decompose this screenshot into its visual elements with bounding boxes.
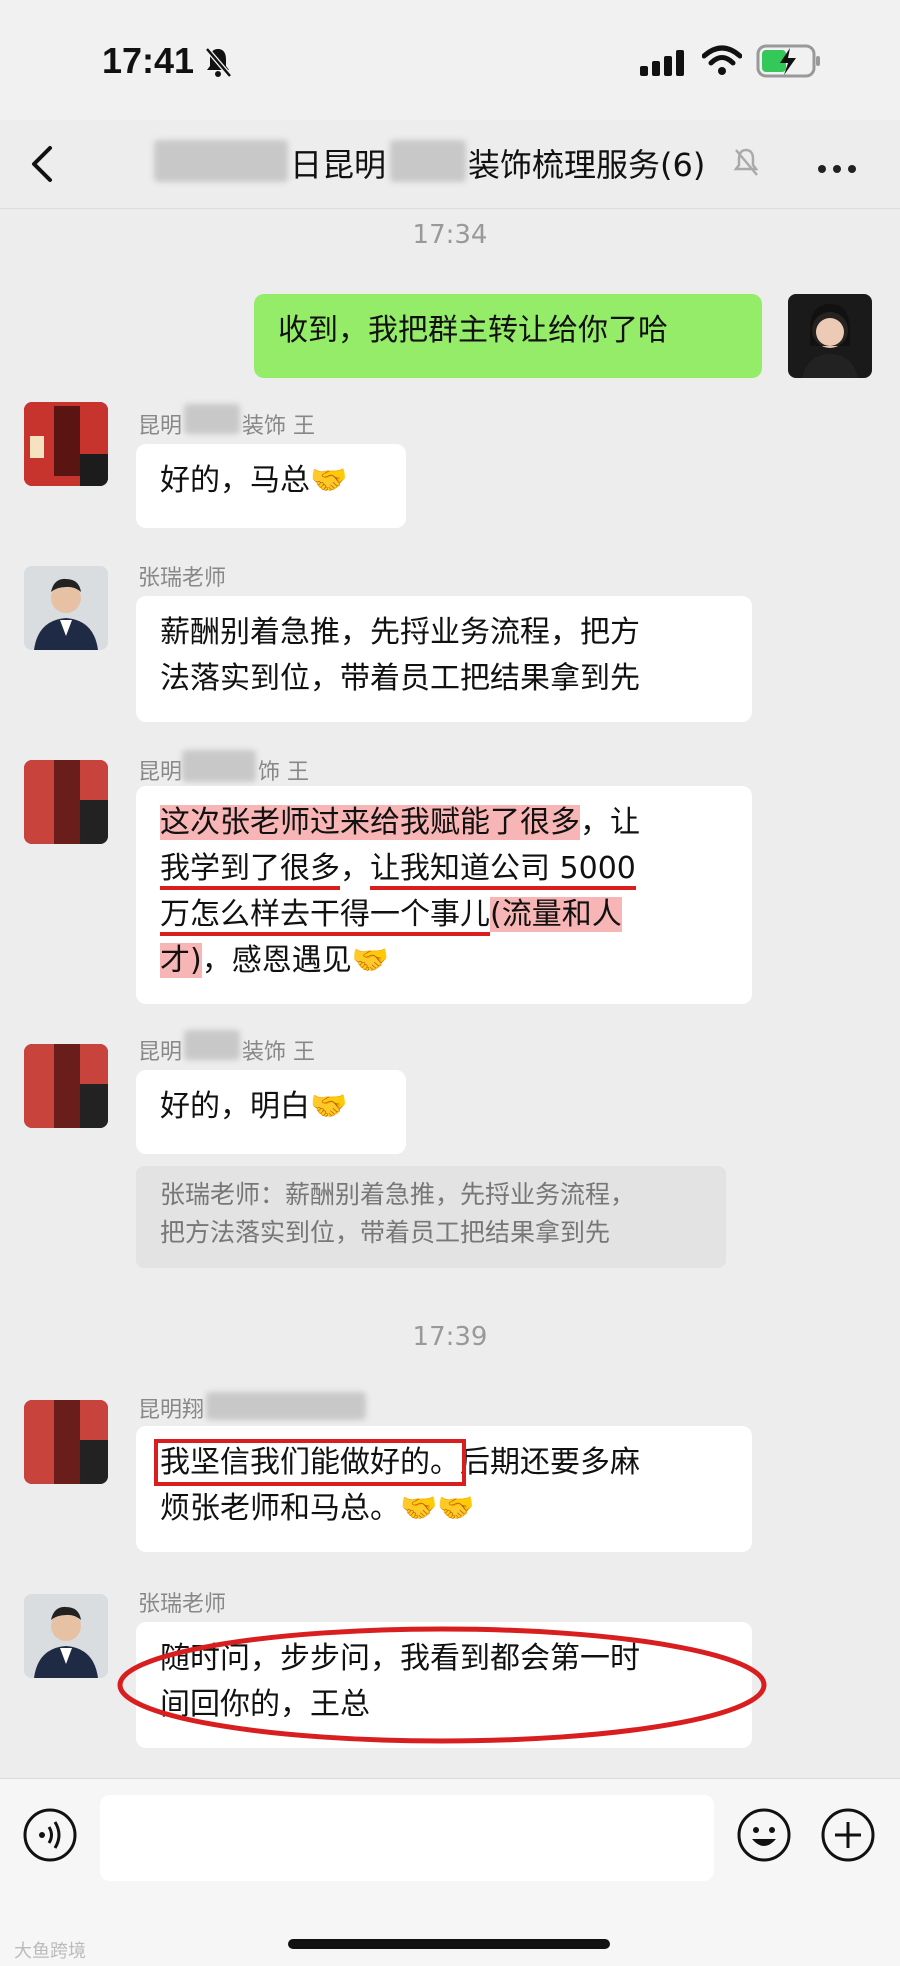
status-bar: 17:41 <box>0 0 900 120</box>
blurred-region <box>182 750 256 782</box>
sender-avatar[interactable] <box>24 402 108 486</box>
message-text: ， <box>340 851 370 886</box>
input-bar: 大鱼跨境 <box>0 1778 900 1966</box>
blurred-region <box>184 1030 240 1060</box>
plus-icon[interactable] <box>820 1807 876 1863</box>
blurred-region <box>390 140 466 182</box>
message-bubble-annotated[interactable]: 我坚信我们能做好的。后期还要多麻 烦张老师和马总。🤝🤝 <box>136 1426 752 1552</box>
sender-name-tail: 装饰 王 <box>242 414 315 439</box>
chat-header: 日昆明 装饰梳理服务(6) <box>0 120 900 209</box>
sender-avatar[interactable] <box>24 1400 108 1484</box>
highlighted-text: 才) <box>160 943 202 978</box>
my-avatar[interactable] <box>788 294 872 378</box>
more-icon[interactable] <box>818 158 863 177</box>
blurred-region <box>206 1392 366 1420</box>
voice-icon[interactable] <box>22 1807 78 1863</box>
message-bubble[interactable]: 好的，马总🤝 <box>136 444 406 528</box>
sender-name: 昆明 <box>138 414 183 439</box>
sender-name: 昆明 <box>138 1040 183 1065</box>
message-text: 烦张老师和马总。🤝🤝 <box>160 1491 475 1526</box>
sender-name-tail: 饰 王 <box>258 760 309 785</box>
timestamp: 17:34 <box>412 220 488 250</box>
message-line: 法落实到位，带着员工把结果拿到先 <box>160 661 640 696</box>
message-bubble-annotated[interactable]: 这次张老师过来给我赋能了很多，让 我学到了很多，让我知道公司 5000 万怎么样… <box>136 786 752 1004</box>
message-text: ，让 <box>580 805 640 840</box>
quote-line: 张瑞老师：薪酬别着急推，先捋业务流程， <box>160 1180 636 1209</box>
status-time: 17:41 <box>102 40 195 81</box>
message-bubble[interactable]: 薪酬别着急推，先捋业务流程，把方 法落实到位，带着员工把结果拿到先 <box>136 596 752 722</box>
sender-avatar[interactable] <box>24 760 108 844</box>
watermark: 大鱼跨境 <box>14 1941 86 1962</box>
message-text: ，感恩遇见🤝 <box>201 943 390 978</box>
bell-muted-icon <box>205 47 232 78</box>
message-input[interactable] <box>100 1795 714 1881</box>
sender-name: 张瑞老师 <box>138 1592 227 1617</box>
highlighted-text: (流量和人 <box>490 897 622 932</box>
underlined-text: 让我知道公司 5000 <box>370 851 636 890</box>
underlined-text: 我学到了很多 <box>160 851 340 890</box>
quoted-message[interactable]: 张瑞老师：薪酬别着急推，先捋业务流程， 把方法落实到位，带着员工把结果拿到先 <box>136 1166 726 1268</box>
blurred-region <box>184 404 240 434</box>
boxed-text: 我坚信我们能做好的。 <box>154 1439 466 1486</box>
chat-title-part-2: 装饰梳理服务(6) <box>468 146 706 184</box>
sender-avatar[interactable] <box>24 566 108 650</box>
sender-name: 张瑞老师 <box>138 566 227 591</box>
underlined-text: 万怎么样去干得一个事儿 <box>160 897 490 936</box>
mute-icon <box>733 148 759 176</box>
home-indicator <box>288 1939 610 1949</box>
sender-name: 昆明翔 <box>138 1398 205 1423</box>
message-line: 薪酬别着急推，先捋业务流程，把方 <box>160 615 640 650</box>
message-bubble[interactable]: 好的，明白🤝 <box>136 1070 406 1154</box>
quote-line: 把方法落实到位，带着员工把结果拿到先 <box>160 1218 611 1247</box>
sender-avatar[interactable] <box>24 1044 108 1128</box>
back-chevron-icon[interactable] <box>28 142 58 186</box>
my-message-bubble[interactable]: 收到，我把群主转让给你了哈 <box>254 294 762 378</box>
sender-avatar[interactable] <box>24 1594 108 1678</box>
sender-name-tail: 装饰 王 <box>242 1040 315 1065</box>
wifi-icon <box>702 45 742 75</box>
timestamp: 17:39 <box>412 1322 488 1352</box>
sender-name: 昆明 <box>138 760 183 785</box>
battery-charging-icon <box>756 44 820 78</box>
emoji-icon[interactable] <box>736 1807 792 1863</box>
annotation-ellipse <box>117 1626 767 1744</box>
blurred-region <box>154 140 288 182</box>
chat-title-part-1: 日昆明 <box>290 146 387 184</box>
highlighted-text: 这次张老师过来给我赋能了很多 <box>160 805 580 840</box>
message-text: 后期还要多麻 <box>460 1445 640 1480</box>
signal-icon <box>640 50 684 76</box>
